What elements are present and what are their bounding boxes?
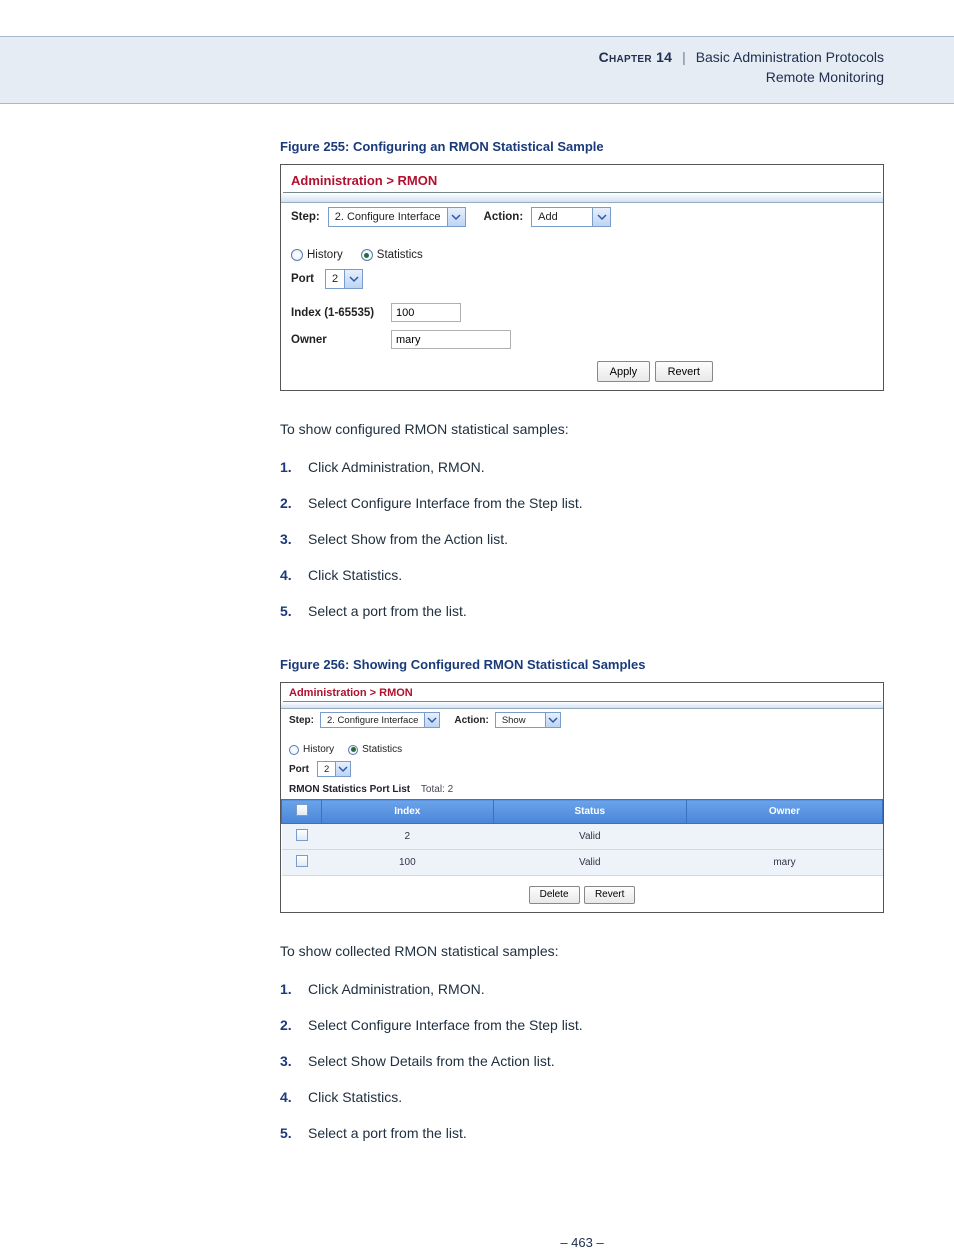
row-checkbox[interactable] bbox=[296, 829, 308, 841]
col-status: Status bbox=[493, 800, 686, 824]
step-label: Step: bbox=[291, 211, 320, 223]
chevron-down-icon bbox=[447, 208, 465, 226]
steps-list-2: Click Administration, RMON. Select Confi… bbox=[280, 975, 884, 1155]
figure-255-panel: Administration > RMON Step: 2. Configure… bbox=[280, 164, 884, 391]
chevron-down-icon bbox=[335, 762, 350, 776]
chevron-down-icon bbox=[424, 713, 439, 727]
step-item: Select Show from the Action list. bbox=[280, 525, 884, 561]
history-radio-label: History bbox=[307, 249, 343, 261]
chapter-title: Basic Administration Protocols bbox=[696, 49, 884, 65]
pipe: | bbox=[682, 49, 686, 65]
step-item: Select Show Details from the Action list… bbox=[280, 1047, 884, 1083]
history-radio[interactable] bbox=[291, 249, 303, 261]
col-index: Index bbox=[322, 800, 494, 824]
table-row: 100 Valid mary bbox=[282, 850, 883, 876]
select-all-header[interactable] bbox=[282, 800, 322, 824]
step-item: Click Administration, RMON. bbox=[280, 975, 884, 1011]
step-item: Click Statistics. bbox=[280, 1083, 884, 1119]
port-select[interactable]: 2 bbox=[325, 269, 363, 289]
port-label: Port bbox=[291, 273, 325, 285]
figure-256-panel: Administration > RMON Step: 2. Configure… bbox=[280, 682, 884, 913]
table-row: 2 Valid bbox=[282, 824, 883, 850]
row-checkbox[interactable] bbox=[296, 855, 308, 867]
step-select[interactable]: 2. Configure Interface bbox=[320, 712, 440, 728]
action-select[interactable]: Show bbox=[495, 712, 561, 728]
action-select[interactable]: Add bbox=[531, 207, 611, 227]
header-subtitle: Remote Monitoring bbox=[0, 69, 884, 85]
delete-button[interactable]: Delete bbox=[529, 886, 580, 904]
action-label: Action: bbox=[454, 715, 488, 726]
figure-255-caption: Figure 255: Configuring an RMON Statisti… bbox=[280, 139, 884, 154]
port-list-title: RMON Statistics Port List bbox=[289, 784, 410, 795]
chevron-down-icon bbox=[545, 713, 560, 727]
chevron-down-icon bbox=[344, 270, 362, 288]
intro-text-2: To show collected RMON statistical sampl… bbox=[280, 943, 884, 959]
page-header: Chapter 14 | Basic Administration Protoc… bbox=[0, 36, 954, 104]
step-item: Select Configure Interface from the Step… bbox=[280, 1011, 884, 1047]
statistics-radio-label: Statistics bbox=[362, 744, 402, 755]
figure-256-caption: Figure 256: Showing Configured RMON Stat… bbox=[280, 657, 884, 672]
action-label: Action: bbox=[484, 211, 524, 223]
step-item: Select a port from the list. bbox=[280, 597, 884, 633]
step-item: Click Statistics. bbox=[280, 561, 884, 597]
checkbox-icon bbox=[296, 804, 308, 816]
revert-button[interactable]: Revert bbox=[655, 361, 713, 382]
intro-text-1: To show configured RMON statistical samp… bbox=[280, 421, 884, 437]
step-select[interactable]: 2. Configure Interface bbox=[328, 207, 466, 227]
port-label: Port bbox=[289, 764, 317, 775]
steps-list-1: Click Administration, RMON. Select Confi… bbox=[280, 453, 884, 633]
statistics-radio[interactable] bbox=[348, 745, 358, 755]
step-item: Select Configure Interface from the Step… bbox=[280, 489, 884, 525]
stats-table: Index Status Owner 2 Valid 100 Valid mar… bbox=[281, 799, 883, 876]
owner-input[interactable] bbox=[391, 330, 511, 349]
step-item: Click Administration, RMON. bbox=[280, 453, 884, 489]
index-input[interactable] bbox=[391, 303, 461, 322]
chapter-label: Chapter 14 bbox=[599, 49, 673, 65]
index-label: Index (1-65535) bbox=[291, 307, 391, 319]
page-number: – 463 – bbox=[280, 1235, 884, 1250]
revert-button[interactable]: Revert bbox=[584, 886, 635, 904]
panel-breadcrumb: Administration > RMON bbox=[281, 683, 883, 701]
apply-button[interactable]: Apply bbox=[597, 361, 651, 382]
statistics-radio[interactable] bbox=[361, 249, 373, 261]
port-list-total: Total: 2 bbox=[421, 784, 453, 795]
port-select[interactable]: 2 bbox=[317, 761, 351, 777]
statistics-radio-label: Statistics bbox=[377, 249, 423, 261]
history-radio-label: History bbox=[303, 744, 334, 755]
chevron-down-icon bbox=[592, 208, 610, 226]
col-owner: Owner bbox=[686, 800, 882, 824]
panel-breadcrumb: Administration > RMON bbox=[281, 165, 883, 192]
owner-label: Owner bbox=[291, 334, 391, 346]
step-item: Select a port from the list. bbox=[280, 1119, 884, 1155]
step-label: Step: bbox=[289, 715, 314, 726]
history-radio[interactable] bbox=[289, 745, 299, 755]
